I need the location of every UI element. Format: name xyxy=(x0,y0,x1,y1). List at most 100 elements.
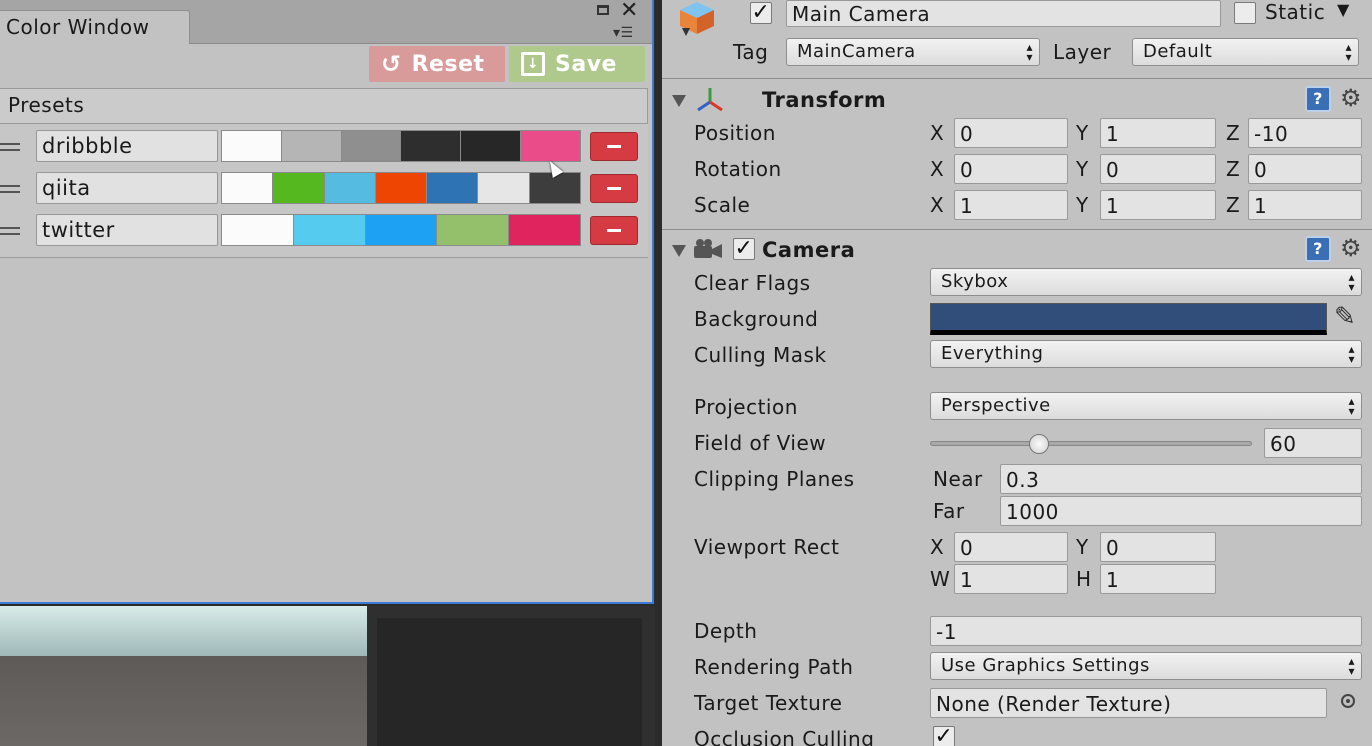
camera-foldout-icon[interactable] xyxy=(672,245,686,257)
position-x-field[interactable]: 0 xyxy=(954,118,1068,148)
color-swatch[interactable] xyxy=(293,215,366,245)
fov-field[interactable]: 60 xyxy=(1264,428,1362,458)
rendering-path-dropdown[interactable]: Use Graphics Settings ▴ ▾ xyxy=(930,652,1362,680)
target-texture-field[interactable]: None (Render Texture) xyxy=(930,688,1327,718)
color-swatch[interactable] xyxy=(437,215,510,245)
static-checkbox[interactable] xyxy=(1234,2,1256,24)
gear-icon[interactable]: ⚙ xyxy=(1340,86,1362,110)
game-view-viewport xyxy=(377,618,642,746)
static-label: Static xyxy=(1265,0,1326,24)
color-swatch[interactable] xyxy=(427,173,479,203)
fov-slider-thumb[interactable] xyxy=(1029,434,1049,454)
transform-axes-icon xyxy=(697,88,723,112)
color-swatch[interactable] xyxy=(222,173,274,203)
preset-row: twitter xyxy=(0,214,648,248)
eyedropper-icon[interactable]: ✎ xyxy=(1334,303,1356,331)
tab-color-window[interactable]: Color Window xyxy=(0,10,190,44)
viewport-x-field[interactable]: 0 xyxy=(954,532,1068,562)
drag-handle-icon[interactable] xyxy=(0,227,20,235)
scale-z-field[interactable]: 1 xyxy=(1248,190,1362,220)
color-swatch[interactable] xyxy=(222,131,282,161)
viewport-w-field[interactable]: 1 xyxy=(954,564,1068,594)
depth-field[interactable]: -1 xyxy=(930,616,1362,646)
scene-view-sky xyxy=(0,606,367,656)
gear-icon[interactable]: ⚙ xyxy=(1340,236,1362,260)
camera-title: Camera xyxy=(762,238,856,262)
help-icon[interactable]: ? xyxy=(1305,86,1331,112)
rotation-y-field[interactable]: 0 xyxy=(1100,154,1216,184)
drag-handle-icon[interactable] xyxy=(0,185,20,193)
axis-x-label: X xyxy=(930,535,945,559)
projection-label: Projection xyxy=(694,395,798,419)
fov-label: Field of View xyxy=(694,431,827,455)
culling-mask-label: Culling Mask xyxy=(694,343,827,367)
projection-dropdown[interactable]: Perspective ▴ ▾ xyxy=(930,392,1362,420)
viewport-y-field[interactable]: 0 xyxy=(1100,532,1216,562)
help-icon[interactable]: ? xyxy=(1305,236,1331,262)
save-button[interactable]: ↓ Save xyxy=(509,46,645,82)
save-icon: ↓ xyxy=(521,52,545,76)
layer-label: Layer xyxy=(1053,40,1112,64)
layer-dropdown[interactable]: Default ▴ ▾ xyxy=(1132,38,1359,66)
transform-foldout-icon[interactable] xyxy=(672,95,686,107)
fov-slider-track[interactable] xyxy=(930,441,1252,446)
rotation-x-field[interactable]: 0 xyxy=(954,154,1068,184)
rotation-label: Rotation xyxy=(694,157,782,181)
viewport-h-field[interactable]: 1 xyxy=(1100,564,1216,594)
color-swatch[interactable] xyxy=(478,173,530,203)
tag-dropdown[interactable]: MainCamera ▴ ▾ xyxy=(786,38,1040,66)
far-field[interactable]: 1000 xyxy=(1000,496,1362,526)
occlusion-culling-checkbox[interactable]: ✓ xyxy=(933,726,955,746)
transform-title: Transform xyxy=(762,88,887,112)
active-checkbox[interactable]: ✓ xyxy=(750,2,772,24)
color-swatch[interactable] xyxy=(273,173,325,203)
color-swatch[interactable] xyxy=(461,131,522,161)
color-swatch[interactable] xyxy=(375,173,428,203)
scale-x-field[interactable]: 1 xyxy=(954,190,1068,220)
target-texture-label: Target Texture xyxy=(694,691,843,715)
axis-w-label: W xyxy=(930,567,951,591)
culling-mask-dropdown[interactable]: Everything ▴ ▾ xyxy=(930,340,1362,368)
remove-preset-button[interactable] xyxy=(590,132,638,161)
color-swatch[interactable] xyxy=(529,173,580,203)
scale-y-field[interactable]: 1 xyxy=(1100,190,1216,220)
color-swatch[interactable] xyxy=(509,215,580,245)
window-menu-icon[interactable]: ▾☰ xyxy=(613,26,634,40)
occlusion-culling-label: Occlusion Culling xyxy=(694,727,875,746)
remove-preset-button[interactable] xyxy=(590,216,638,245)
close-icon[interactable]: ✕ xyxy=(620,0,639,22)
dropdown-arrows-icon: ▴ ▾ xyxy=(1348,654,1355,678)
clear-flags-dropdown[interactable]: Skybox ▴ ▾ xyxy=(930,268,1362,296)
camera-enabled-checkbox[interactable]: ✓ xyxy=(733,238,755,260)
axis-z-label: Z xyxy=(1226,121,1241,145)
color-swatch[interactable] xyxy=(222,215,294,245)
preset-row: dribbble xyxy=(0,130,648,164)
panel-divider[interactable] xyxy=(655,0,662,746)
preset-name-field[interactable]: dribbble xyxy=(36,130,218,162)
near-field[interactable]: 0.3 xyxy=(1000,464,1362,494)
position-z-field[interactable]: -10 xyxy=(1248,118,1362,148)
axis-x-label: X xyxy=(930,193,945,217)
remove-preset-button[interactable] xyxy=(590,174,638,203)
color-swatch[interactable] xyxy=(401,131,462,161)
color-swatch[interactable] xyxy=(521,131,580,161)
viewport-rect-label: Viewport Rect xyxy=(694,535,840,559)
object-picker-icon[interactable] xyxy=(1341,694,1355,708)
color-swatch[interactable] xyxy=(281,131,342,161)
position-y-field[interactable]: 1 xyxy=(1100,118,1216,148)
color-swatch[interactable] xyxy=(341,131,402,161)
static-dropdown-icon[interactable]: ▼ xyxy=(1337,0,1350,19)
minus-icon xyxy=(607,187,621,190)
axis-y-label: Y xyxy=(1076,121,1089,145)
background-color-field[interactable] xyxy=(930,303,1327,335)
color-swatch[interactable] xyxy=(365,215,438,245)
dropdown-arrows-icon: ▴ ▾ xyxy=(1345,40,1352,64)
reset-button[interactable]: ↺ Reset xyxy=(369,46,505,82)
object-name-field[interactable]: Main Camera xyxy=(786,0,1221,27)
rotation-z-field[interactable]: 0 xyxy=(1248,154,1362,184)
drag-handle-icon[interactable] xyxy=(0,143,20,151)
preset-name-field[interactable]: twitter xyxy=(36,214,218,246)
color-swatch[interactable] xyxy=(324,173,376,203)
maximize-icon[interactable] xyxy=(597,5,609,15)
preset-name-field[interactable]: qiita xyxy=(36,172,218,204)
